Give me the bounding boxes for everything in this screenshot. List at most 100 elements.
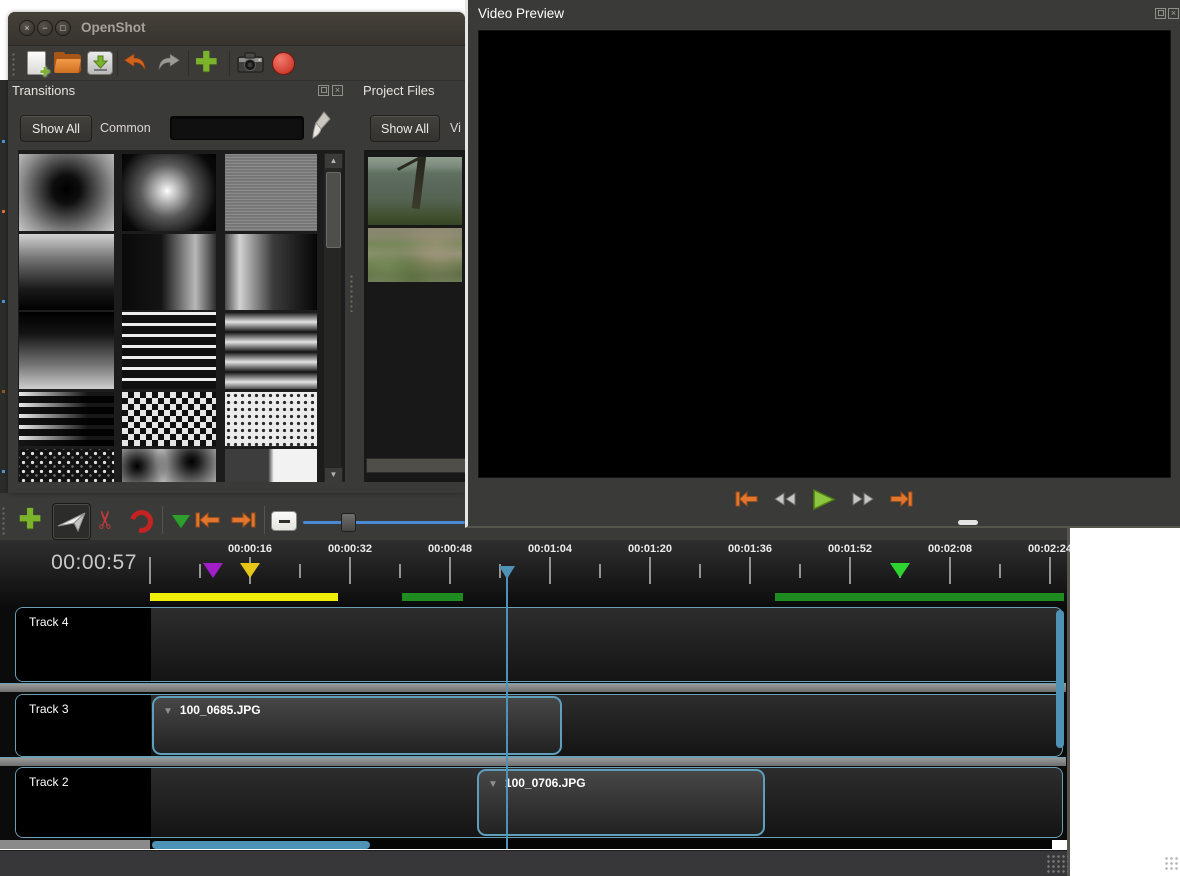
ruler-tick — [1049, 557, 1051, 584]
hscrollbar-thumb[interactable] — [152, 841, 370, 849]
panel-splitter-handle[interactable] — [349, 274, 354, 312]
add-files-button[interactable]: ✚ — [195, 49, 218, 76]
project-files-show-all-button[interactable]: Show All — [370, 115, 440, 142]
close-panel-icon[interactable]: × — [332, 85, 343, 96]
zoom-slider-handle[interactable] — [341, 513, 356, 532]
transition-soft-bars[interactable] — [225, 312, 317, 389]
window-resize-grip[interactable] — [1164, 856, 1180, 872]
arrow-tool-button[interactable] — [52, 503, 91, 540]
clip-name: 100_0685.JPG — [179, 703, 261, 717]
transition-circle-out[interactable] — [19, 154, 114, 231]
toolbar-separator — [264, 506, 265, 534]
transition-corner-split[interactable] — [225, 449, 317, 482]
minimize-button[interactable]: − — [37, 20, 53, 36]
clear-filter-button[interactable] — [311, 110, 332, 145]
ruler-time-label: 00:01:04 — [527, 543, 573, 555]
timeline-marker[interactable] — [240, 563, 260, 578]
project-files-video-filter[interactable]: Vi — [450, 121, 466, 135]
add-track-button[interactable]: ✚ — [15, 504, 45, 534]
ruler-clip-bar — [402, 593, 463, 601]
rewind-button[interactable] — [774, 491, 797, 507]
hscrollbar-gutter — [0, 840, 150, 849]
hscrollbar-button[interactable] — [1052, 840, 1064, 850]
transition-blinds[interactable] — [122, 312, 216, 389]
ruler-tick — [199, 564, 201, 578]
snapshot-button[interactable] — [237, 51, 264, 79]
transition-double-circle[interactable] — [122, 449, 216, 482]
thumbnail-blur — [368, 228, 462, 282]
scroll-down-button[interactable]: ▼ — [324, 467, 343, 482]
transition-circle-in[interactable] — [122, 154, 216, 231]
save-project-button[interactable] — [87, 51, 113, 75]
close-button[interactable]: × — [19, 20, 35, 36]
zoom-out-button[interactable] — [271, 511, 297, 531]
toolbar-drag-handle[interactable] — [1, 506, 7, 536]
track-separator[interactable] — [0, 683, 1066, 692]
track-label: Track 4 — [16, 608, 151, 681]
transitions-search-input[interactable] — [170, 116, 304, 140]
skip-to-end-button[interactable] — [889, 490, 913, 508]
new-project-button[interactable]: ✚ — [27, 51, 50, 79]
timeline-marker[interactable] — [890, 563, 910, 578]
titlebar[interactable]: × − □ OpenShot — [8, 12, 465, 46]
close-panel-icon[interactable]: × — [1168, 8, 1179, 19]
project-files-hscrollbar[interactable] — [366, 458, 466, 473]
marker-funnel-icon — [172, 514, 190, 528]
transition-wipe-bottom[interactable] — [19, 312, 114, 389]
fast-forward-button[interactable] — [851, 491, 874, 507]
fast-forward-icon — [852, 492, 874, 506]
undo-button[interactable] — [122, 52, 150, 80]
track-content — [151, 608, 1062, 681]
scissors-icon: ✂ — [91, 508, 120, 530]
clip[interactable]: ▼ 100_0706.JPG — [477, 769, 765, 836]
file-thumbnail-field[interactable] — [368, 228, 462, 282]
clip[interactable]: ▼ 100_0685.JPG — [152, 696, 562, 755]
transitions-common-label[interactable]: Common — [100, 121, 151, 135]
timeline-resize-grip[interactable] — [1046, 854, 1068, 874]
scroll-up-button[interactable]: ▲ — [324, 153, 343, 169]
toolbar-drag-handle[interactable] — [11, 52, 17, 76]
zoom-slider[interactable] — [303, 521, 465, 524]
skip-to-start-button[interactable] — [735, 490, 759, 508]
track-separator[interactable] — [0, 757, 1066, 766]
clip-collapse-icon[interactable]: ▼ — [163, 706, 173, 717]
transitions-show-all-button[interactable]: Show All — [20, 115, 92, 142]
open-project-button[interactable] — [54, 52, 81, 73]
toolbar-separator — [229, 51, 230, 76]
redo-button[interactable] — [154, 52, 182, 80]
video-preview-window: Video Preview × — [465, 0, 1180, 528]
vscrollbar-thumb[interactable] — [1056, 610, 1064, 748]
track-row[interactable]: Track 4 — [15, 607, 1063, 682]
transition-dissolve[interactable] — [225, 154, 317, 231]
transition-band-wipe-right[interactable] — [122, 234, 216, 310]
transition-checker-small-dark[interactable] — [19, 449, 114, 482]
thumbnail-tree — [411, 157, 427, 210]
record-button[interactable] — [272, 52, 295, 75]
transitions-scrollbar-thumb[interactable] — [326, 172, 341, 248]
file-thumbnail-pond[interactable] — [368, 157, 462, 225]
razor-tool-button[interactable]: ✂ — [91, 504, 120, 534]
snapping-button[interactable] — [125, 505, 157, 537]
play-button[interactable] — [812, 488, 836, 510]
rewind-icon — [774, 492, 796, 506]
new-file-icon: ✚ — [27, 51, 50, 79]
next-marker-button[interactable] — [229, 507, 257, 533]
previous-marker-button[interactable] — [194, 507, 222, 533]
transition-band-wipe-left[interactable] — [225, 234, 317, 310]
clip-name: 100_0706.JPG — [504, 776, 586, 790]
clip-collapse-icon[interactable]: ▼ — [488, 779, 498, 790]
float-panel-icon[interactable] — [318, 85, 329, 96]
timeline-bottom-strip — [0, 850, 1070, 876]
timeline-marker[interactable] — [203, 563, 223, 578]
float-panel-icon[interactable] — [1155, 8, 1166, 19]
transition-checkerboard[interactable] — [122, 392, 216, 446]
transition-fade-stripes[interactable] — [19, 392, 114, 446]
transition-wipe-top[interactable] — [19, 234, 114, 310]
preview-resize-handle[interactable] — [958, 520, 978, 525]
playhead-handle[interactable] — [499, 566, 515, 579]
maximize-button[interactable]: □ — [55, 20, 71, 36]
playhead[interactable] — [506, 576, 508, 849]
transition-checker-small-light[interactable] — [225, 392, 317, 446]
toolbar-separator — [117, 51, 118, 76]
add-marker-button[interactable] — [170, 510, 192, 532]
